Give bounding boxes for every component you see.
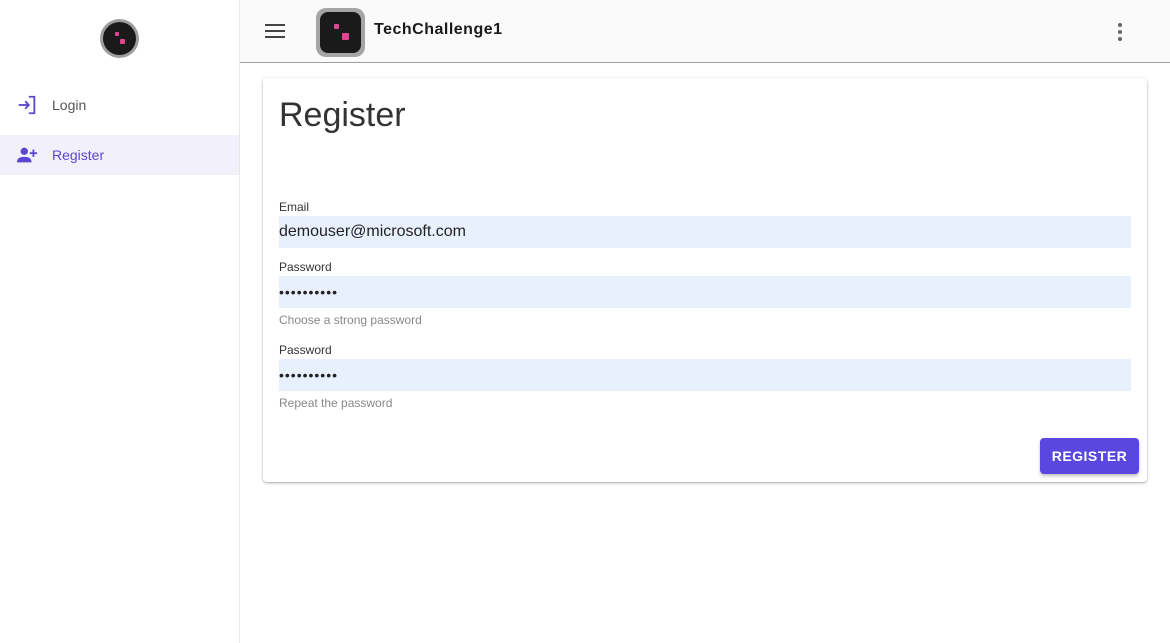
- password-field[interactable]: [279, 276, 1131, 308]
- header-logo: [316, 8, 365, 57]
- app-logo: [100, 19, 139, 58]
- menu-button[interactable]: [262, 19, 288, 43]
- email-field[interactable]: [279, 216, 1131, 248]
- app-title: TechChallenge1: [374, 21, 503, 38]
- register-button[interactable]: REGISTER: [1040, 438, 1139, 474]
- more-options-button[interactable]: [1108, 20, 1132, 44]
- more-vert-icon: [1118, 23, 1122, 27]
- sidebar-item-register[interactable]: Register: [0, 135, 239, 175]
- sidebar-item-login[interactable]: Login: [0, 85, 239, 125]
- page-title: Register: [279, 96, 406, 134]
- confirm-password-hint: Repeat the password: [279, 396, 393, 410]
- email-label: Email: [279, 200, 310, 214]
- login-icon: [18, 95, 36, 115]
- register-card: Register Email Password Choose a strong …: [263, 78, 1147, 482]
- sidebar: Login Register: [0, 0, 240, 643]
- top-app-bar: TechChallenge1: [240, 0, 1170, 63]
- confirm-password-field[interactable]: [279, 359, 1131, 391]
- confirm-password-label: Password: [279, 343, 332, 357]
- sidebar-item-label: Login: [52, 97, 87, 113]
- password-label: Password: [279, 260, 332, 274]
- menu-icon: [265, 24, 285, 38]
- password-hint: Choose a strong password: [279, 313, 422, 327]
- sidebar-item-label: Register: [52, 147, 105, 163]
- person-add-icon: [16, 147, 38, 163]
